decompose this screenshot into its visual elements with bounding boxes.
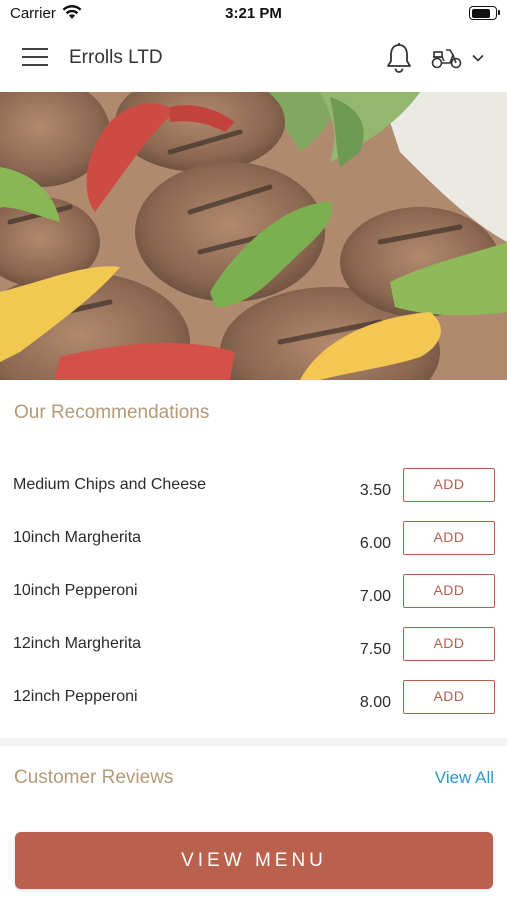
add-button[interactable]: ADD [403, 574, 495, 608]
chevron-down-icon[interactable] [470, 50, 486, 66]
page-title: Errolls LTD [69, 47, 163, 68]
food-photo [0, 92, 507, 380]
status-bar: Carrier 3:21 PM [0, 0, 507, 28]
list-item: 12inch Pepperoni 8.00 ADD [0, 680, 507, 733]
item-price: 3.50 [359, 482, 391, 499]
add-button[interactable]: ADD [403, 468, 495, 502]
menu-icon[interactable] [22, 48, 48, 70]
view-menu-button[interactable]: VIEW MENU [15, 832, 493, 889]
item-name: 12inch Margherita [13, 635, 142, 652]
app-header: Errolls LTD [0, 28, 507, 92]
reviews-title: Customer Reviews [14, 767, 174, 788]
list-item: Medium Chips and Cheese 3.50 ADD [0, 468, 507, 521]
item-name: Medium Chips and Cheese [13, 476, 206, 493]
list-item: 12inch Margherita 7.50 ADD [0, 627, 507, 680]
bell-icon[interactable] [385, 42, 413, 74]
add-button[interactable]: ADD [403, 627, 495, 661]
item-price: 6.00 [359, 535, 391, 552]
list-item: 10inch Margherita 6.00 ADD [0, 521, 507, 574]
item-name: 10inch Pepperoni [13, 582, 138, 599]
scooter-icon[interactable] [430, 44, 464, 72]
battery-icon [469, 6, 500, 20]
battery-level [471, 8, 491, 18]
hero-image [0, 92, 507, 380]
item-price: 7.00 [359, 588, 391, 605]
view-all-link[interactable]: View All [435, 768, 494, 788]
section-divider [0, 738, 507, 746]
item-name: 12inch Pepperoni [13, 688, 138, 705]
clock: 3:21 PM [225, 5, 282, 22]
add-button[interactable]: ADD [403, 521, 495, 555]
item-price: 7.50 [359, 641, 391, 658]
recommendations-title: Our Recommendations [14, 402, 210, 423]
item-name: 10inch Margherita [13, 529, 142, 546]
item-price: 8.00 [359, 694, 391, 711]
list-item: 10inch Pepperoni 7.00 ADD [0, 574, 507, 627]
add-button[interactable]: ADD [403, 680, 495, 714]
